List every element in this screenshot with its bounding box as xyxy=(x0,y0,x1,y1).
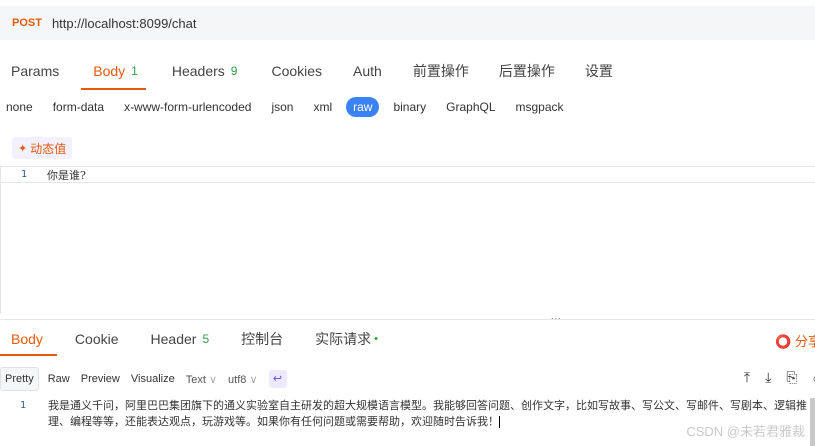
upload-icon[interactable]: ⤒ xyxy=(744,369,750,386)
tab-label: Body xyxy=(11,331,43,347)
share-icon: ⭕ xyxy=(775,334,792,349)
response-scrollbar[interactable] xyxy=(810,398,815,446)
body-type-raw[interactable]: raw xyxy=(346,97,380,117)
request-body-editor[interactable]: 1 你是谁? xyxy=(0,166,815,314)
encoding-select[interactable]: utf8 ∨ xyxy=(228,373,257,386)
tab-label: 控制台 xyxy=(241,331,284,347)
response-view-bar: Pretty Raw Preview Visualize Text ∨ utf8… xyxy=(0,364,815,394)
http-method[interactable]: POST xyxy=(12,17,42,29)
tab-label: Auth xyxy=(353,63,382,79)
tab-label: Cookies xyxy=(271,63,323,79)
resp-tab-console[interactable]: 控制台 xyxy=(241,322,283,356)
share-button[interactable]: ⭕ 分享 xyxy=(775,331,815,350)
encoding-select-value: utf8 xyxy=(228,373,247,386)
tab-cookies[interactable]: Cookies xyxy=(271,56,322,86)
tab-pre-operations[interactable]: 前置操作 xyxy=(413,56,469,86)
dynamic-value-button[interactable]: ✦ 动态值 xyxy=(12,137,73,159)
tab-label: Body xyxy=(93,63,126,79)
response-tools: ⤒ ⤓ ⎘ ○ xyxy=(729,369,815,386)
body-type-msgpack[interactable]: msgpack xyxy=(516,100,564,114)
tab-post-operations[interactable]: 后置操作 xyxy=(499,56,555,86)
download-icon[interactable]: ⤓ xyxy=(765,369,771,386)
tab-label: 前置操作 xyxy=(412,63,469,79)
tab-label: 实际请求 xyxy=(315,331,372,347)
tab-label: Params xyxy=(11,63,60,79)
tab-body[interactable]: Body 1 xyxy=(81,56,146,90)
resp-tab-cookie[interactable]: Cookie xyxy=(75,322,119,356)
tab-label: 设置 xyxy=(584,63,613,79)
body-type-form-data[interactable]: form-data xyxy=(53,100,104,114)
format-select[interactable]: Text ∨ xyxy=(186,373,217,386)
tab-count-badge: 1 xyxy=(131,64,138,78)
tab-auth[interactable]: Auth xyxy=(353,56,382,86)
tab-label: Cookie xyxy=(74,331,119,347)
request-tabs: Params Body 1 Headers 9 Cookies Auth 前置操… xyxy=(0,52,815,90)
body-type-selector: none form-data x-www-form-urlencoded jso… xyxy=(6,96,584,118)
request-body-text[interactable]: 你是谁? xyxy=(47,167,86,183)
body-type-json[interactable]: json xyxy=(271,100,293,114)
body-type-urlencoded[interactable]: x-www-form-urlencoded xyxy=(124,100,251,114)
body-type-none[interactable]: none xyxy=(6,100,33,114)
editor-line: 1 你是谁? xyxy=(1,167,815,183)
chevron-down-icon: ∨ xyxy=(249,373,258,386)
view-pretty[interactable]: Pretty xyxy=(0,367,39,391)
status-dot-icon: • xyxy=(374,333,378,345)
copy-icon[interactable]: ⎘ xyxy=(786,369,797,386)
format-select-value: Text xyxy=(185,373,206,386)
tab-headers[interactable]: Headers 9 xyxy=(172,56,238,86)
magic-wand-icon: ✦ xyxy=(18,142,28,155)
response-tabs: Body Cookie Header 5 控制台 实际请求 • xyxy=(0,322,815,356)
body-type-xml[interactable]: xml xyxy=(313,100,332,114)
text-cursor xyxy=(499,416,500,428)
view-raw[interactable]: Raw xyxy=(48,373,70,385)
wrap-lines-icon[interactable]: ↩ xyxy=(268,370,287,388)
line-number: 1 xyxy=(20,169,28,180)
tab-label: Header xyxy=(150,331,197,347)
tab-settings[interactable]: 设置 xyxy=(585,56,613,86)
watermark: CSDN @未若君雅裁 xyxy=(686,424,805,439)
url-input[interactable]: http://localhost:8099/chat xyxy=(52,16,197,31)
chevron-down-icon: ∨ xyxy=(208,373,218,386)
splitter-handle[interactable]: ... xyxy=(551,311,562,321)
tab-label: Headers xyxy=(171,63,225,79)
tab-params[interactable]: Params xyxy=(11,56,59,86)
body-type-binary[interactable]: binary xyxy=(393,100,426,114)
body-type-graphql[interactable]: GraphQL xyxy=(446,100,495,114)
view-visualize[interactable]: Visualize xyxy=(131,373,175,385)
dynamic-value-label: 动态值 xyxy=(30,141,67,156)
url-bar[interactable]: POST http://localhost:8099/chat xyxy=(0,6,815,40)
resp-tab-header[interactable]: Header 5 xyxy=(151,322,210,356)
tab-count-badge: 9 xyxy=(230,64,238,78)
resp-tab-body[interactable]: Body xyxy=(0,322,57,356)
line-number: 1 xyxy=(19,400,27,411)
share-label: 分享 xyxy=(794,334,815,349)
tab-label: 后置操作 xyxy=(498,63,555,79)
resp-tab-actual-request[interactable]: 实际请求 • xyxy=(315,322,378,356)
panel-splitter[interactable] xyxy=(0,314,815,320)
view-preview[interactable]: Preview xyxy=(81,373,120,385)
tab-count-badge: 5 xyxy=(202,332,210,346)
